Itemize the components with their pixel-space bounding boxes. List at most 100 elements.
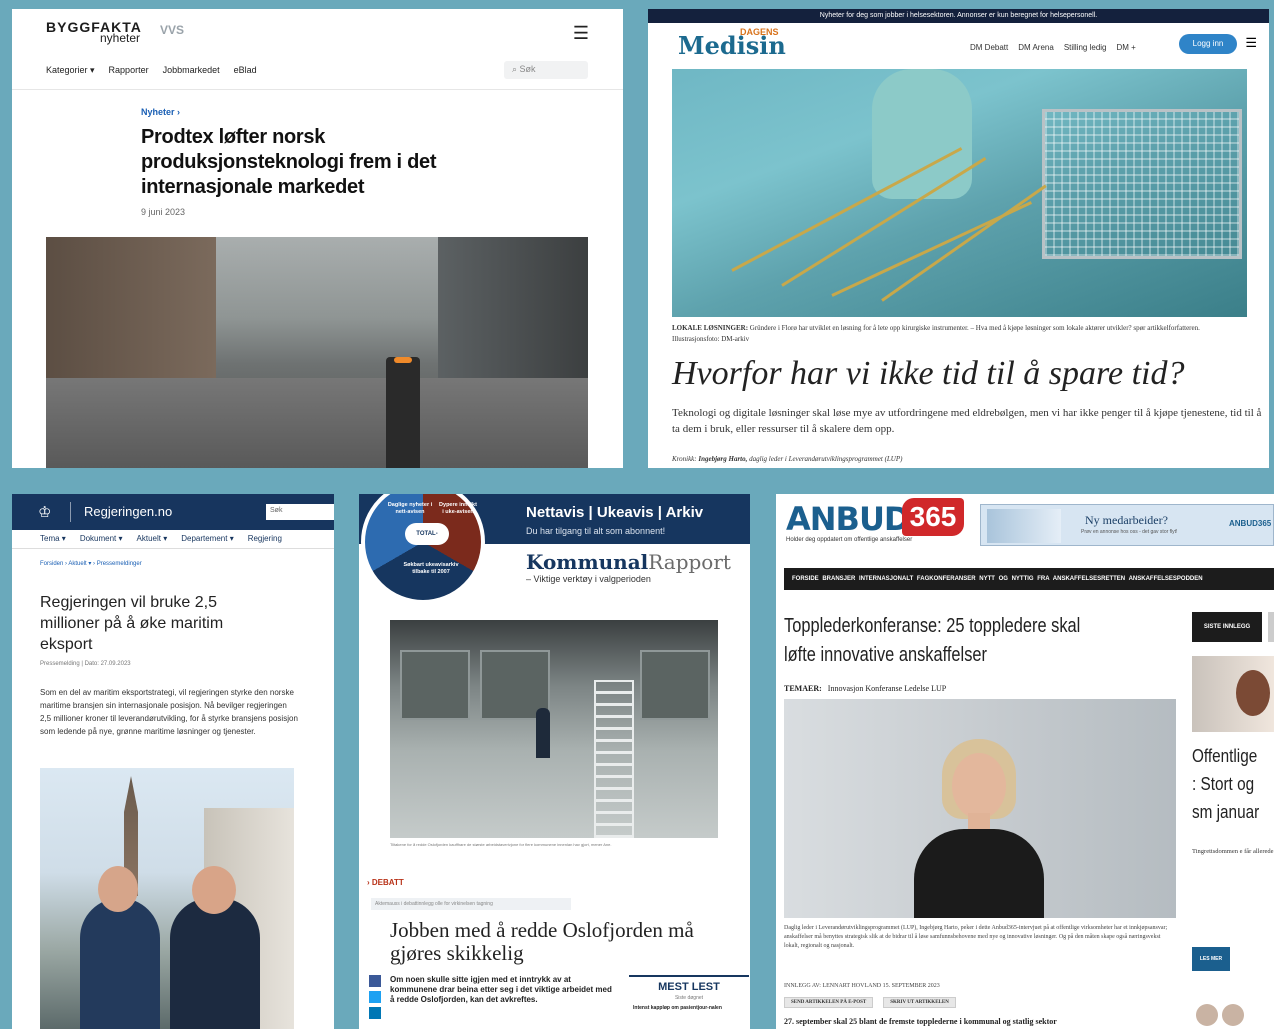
login-button[interactable]: Logg inn xyxy=(1179,34,1237,54)
photo-caption: Daglig leder i Leverandørutviklingsprogr… xyxy=(784,925,1168,949)
pie-label-ukeavis: Dypere innsikt i uke-avisen xyxy=(439,502,477,515)
pie-label-arkiv: Søkbart ukeavisarkiv tilbake til 2007 xyxy=(403,562,459,575)
anbud-logo[interactable]: ANBUD xyxy=(786,500,910,538)
article-photo xyxy=(40,768,294,1029)
article-headline: Topplederkonferanse: 25 toppledere skal … xyxy=(784,615,1081,666)
print-article-button[interactable]: SKRIV UT ARTIKKELEN xyxy=(883,997,956,1008)
instrument-tray xyxy=(1042,109,1242,259)
article-date: 9 juni 2023 xyxy=(141,207,186,217)
staircase xyxy=(594,680,634,838)
sidebar-headline[interactable]: Offentlige : Stort og sm januar xyxy=(1192,742,1262,826)
site-title[interactable]: Regjeringen.no xyxy=(84,504,172,519)
search-input[interactable]: Søk xyxy=(266,504,334,520)
road xyxy=(46,378,588,468)
ad-banner[interactable]: Ny medarbeider? Prøv en annonse hos oss … xyxy=(980,504,1274,546)
top-notice: Nyheter for deg som jobber i helsesektor… xyxy=(648,9,1269,23)
nav-dm-plus[interactable]: DM + xyxy=(1117,43,1136,52)
nav-dm-debatt[interactable]: DM Debatt xyxy=(970,43,1008,52)
basin xyxy=(640,650,710,720)
section-label[interactable]: › DEBATT xyxy=(367,878,404,887)
section-kicker[interactable]: Nyheter › xyxy=(141,107,180,117)
tags-list[interactable]: Innovasjon Konferanse Ledelse LUP xyxy=(828,684,946,693)
nav-dm-arena[interactable]: DM Arena xyxy=(1018,43,1054,52)
caption-text: Gründere i Florø har utviklet en løsning… xyxy=(672,324,1200,343)
article-photo xyxy=(784,699,1176,918)
search-placeholder: Søk xyxy=(519,64,536,74)
sidebar-tab-2[interactable] xyxy=(1268,612,1274,642)
nav-kategorier[interactable]: Kategorier ▾ xyxy=(46,65,95,76)
divider xyxy=(12,548,334,549)
sidebar: SISTE INNLEGG Offentlige : Stort og sm j… xyxy=(1192,612,1274,971)
search-input[interactable]: ⌕ Søk xyxy=(504,61,588,79)
les-mer-button[interactable]: LES MER xyxy=(1192,947,1230,971)
nav-eblad[interactable]: eBlad xyxy=(234,65,257,76)
search-icon: ⌕ xyxy=(512,64,520,74)
article-body: 27. september skal 25 blant de fremste t… xyxy=(784,1017,1057,1026)
menu-icon[interactable]: ☰ xyxy=(573,23,589,44)
instrument xyxy=(881,184,1047,302)
photo-caption: LOKALE LØSNINGER: Gründere i Florø har u… xyxy=(672,323,1247,345)
medisin-logo-dagens: DAGENS xyxy=(740,27,779,37)
header-nav[interactable]: Nettavis | Ukeavis | Arkiv xyxy=(526,504,703,521)
nav-aktuelt[interactable]: Aktuelt ▾ xyxy=(137,534,168,543)
author-avatars xyxy=(1196,1004,1244,1026)
caption-label: LOKALE LØSNINGER: xyxy=(672,324,749,332)
twitter-icon[interactable] xyxy=(369,991,381,1003)
nav-tema[interactable]: Tema ▾ xyxy=(40,534,66,543)
basin xyxy=(400,650,470,720)
menu-icon[interactable]: ☰ xyxy=(1245,35,1257,51)
breadcrumb[interactable]: Forsiden › Aktuelt ▾ › Pressemeldinger xyxy=(40,560,142,567)
byline-role: daglig leder i Leverandørutviklingsprogr… xyxy=(749,455,903,463)
bollard-light xyxy=(394,357,412,363)
glove xyxy=(872,69,972,199)
person-left xyxy=(80,898,160,1029)
article-headline: Jobben med å redde Oslofjorden må gjøres… xyxy=(390,918,694,965)
nav-dokument[interactable]: Dokument ▾ xyxy=(80,534,123,543)
face-left xyxy=(98,866,138,912)
article-body: Som en del av maritim eksportstrategi, v… xyxy=(40,688,298,736)
avatar xyxy=(1196,1004,1218,1026)
brand-bold: Kommunal xyxy=(526,550,649,574)
article-lead: Teknologi og digitale løsninger skal løs… xyxy=(672,407,1262,435)
mest-lest-box: MEST LEST Siste døgnet Intenst kappløp o… xyxy=(629,975,749,1029)
header-subtitle: Du har tilgang til alt som abonnent! xyxy=(526,526,666,536)
share-buttons xyxy=(369,975,381,1019)
byline: INNLEGG AV: LENNART HOVLAND 15. SEPTEMBE… xyxy=(784,983,940,989)
byggfakta-screenshot: BYGGFAKTA nyheter VVS ☰ Kategorier ▾ Rap… xyxy=(12,9,623,468)
anbud-logo-365[interactable]: 365 xyxy=(902,498,964,536)
siste-innlegg-tab[interactable]: SISTE INNLEGG xyxy=(1192,612,1262,642)
byline-name: Ingebjørg Harto, xyxy=(698,455,748,463)
nav-departement[interactable]: Departement ▾ xyxy=(181,534,233,543)
article-headline: Hvorfor har vi ikke tid til å spare tid? xyxy=(672,355,1185,392)
email-article-button[interactable]: SEND ARTIKKELEN PÅ E-POST xyxy=(784,997,874,1008)
tags-label: TEMAER: xyxy=(784,684,822,693)
regjeringen-nav: Tema ▾ Dokument ▾ Aktuelt ▾ Departement … xyxy=(40,534,282,543)
nav-regjering[interactable]: Regjering xyxy=(248,534,282,543)
main-nav[interactable]: FORSIDE BRANSJER INTERNASJONALT FAGKONFE… xyxy=(784,568,1274,590)
jacket xyxy=(914,829,1044,918)
byline: Kronikk: Ingebjørg Harto, daglig leder i… xyxy=(672,455,902,463)
kommunal-rapport-screenshot: Daglige nyheter i nett-avisen Dypere inn… xyxy=(359,494,750,1029)
divider xyxy=(70,502,71,522)
divider xyxy=(12,89,623,90)
vvs-logo[interactable]: VVS xyxy=(160,23,184,37)
byggfakta-logo-sub: nyheter xyxy=(100,31,141,45)
person xyxy=(914,739,1044,918)
facebook-icon[interactable] xyxy=(369,975,381,987)
linkedin-icon[interactable] xyxy=(369,1007,381,1019)
article-meta: Pressemelding | Dato: 27.09.2023 xyxy=(40,661,131,667)
article-headline: Prodtex løfter norsk produksjonsteknolog… xyxy=(141,126,437,198)
person xyxy=(536,708,550,758)
nav-rapporter[interactable]: Rapporter xyxy=(109,65,149,76)
ad-image xyxy=(987,509,1061,543)
mest-lest-item[interactable]: Intenst kappløp om pasientjour-nalen xyxy=(629,1001,749,1011)
nav-stilling-ledig[interactable]: Stilling ledig xyxy=(1064,43,1107,52)
brand-light: Rapport xyxy=(648,550,731,574)
nav-jobbmarkedet[interactable]: Jobbmarkedet xyxy=(163,65,220,76)
kommunal-rapport-logo[interactable]: KommunalRapport xyxy=(526,550,731,574)
article-actions: SEND ARTIKKELEN PÅ E-POST SKRIV UT ARTIK… xyxy=(784,997,956,1008)
anbud365-screenshot: ANBUD 365 Holder deg oppdatert om offent… xyxy=(776,494,1274,1029)
article-photo xyxy=(672,69,1247,317)
article-intro-text: Om noen skulle sitte igjen med et inntry… xyxy=(390,975,612,1004)
crest-icon[interactable]: ♔ xyxy=(38,503,51,521)
